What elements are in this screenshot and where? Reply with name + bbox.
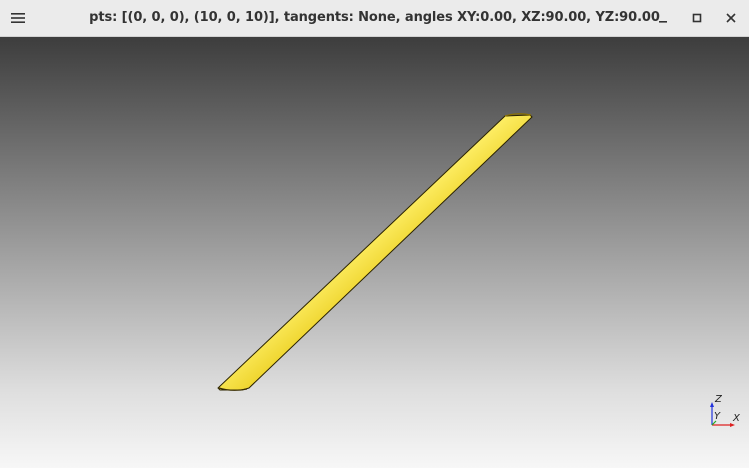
maximize-button[interactable] xyxy=(685,6,709,30)
title-bar: pts: [(0, 0, 0), (10, 0, 10)], tangents:… xyxy=(0,0,749,37)
minimize-button[interactable] xyxy=(651,6,675,30)
z-axis-arrow-icon xyxy=(710,402,714,407)
maximize-icon xyxy=(692,13,702,23)
close-button[interactable] xyxy=(719,6,743,30)
3d-viewport[interactable]: Z Y X xyxy=(0,37,749,468)
x-axis-label: X xyxy=(732,413,741,424)
scene-canvas: Z Y X xyxy=(217,113,741,427)
pipe-shape[interactable] xyxy=(217,113,533,391)
pipe-body xyxy=(217,114,533,391)
z-axis-label: Z xyxy=(714,394,723,405)
axis-triad: Z Y X xyxy=(710,394,741,427)
y-axis-label: Y xyxy=(714,411,721,422)
window-title: pts: [(0, 0, 0), (10, 0, 10)], tangents:… xyxy=(89,10,660,25)
app-window: pts: [(0, 0, 0), (10, 0, 10)], tangents:… xyxy=(0,0,749,468)
minimize-icon xyxy=(659,21,667,23)
close-icon xyxy=(726,13,736,23)
